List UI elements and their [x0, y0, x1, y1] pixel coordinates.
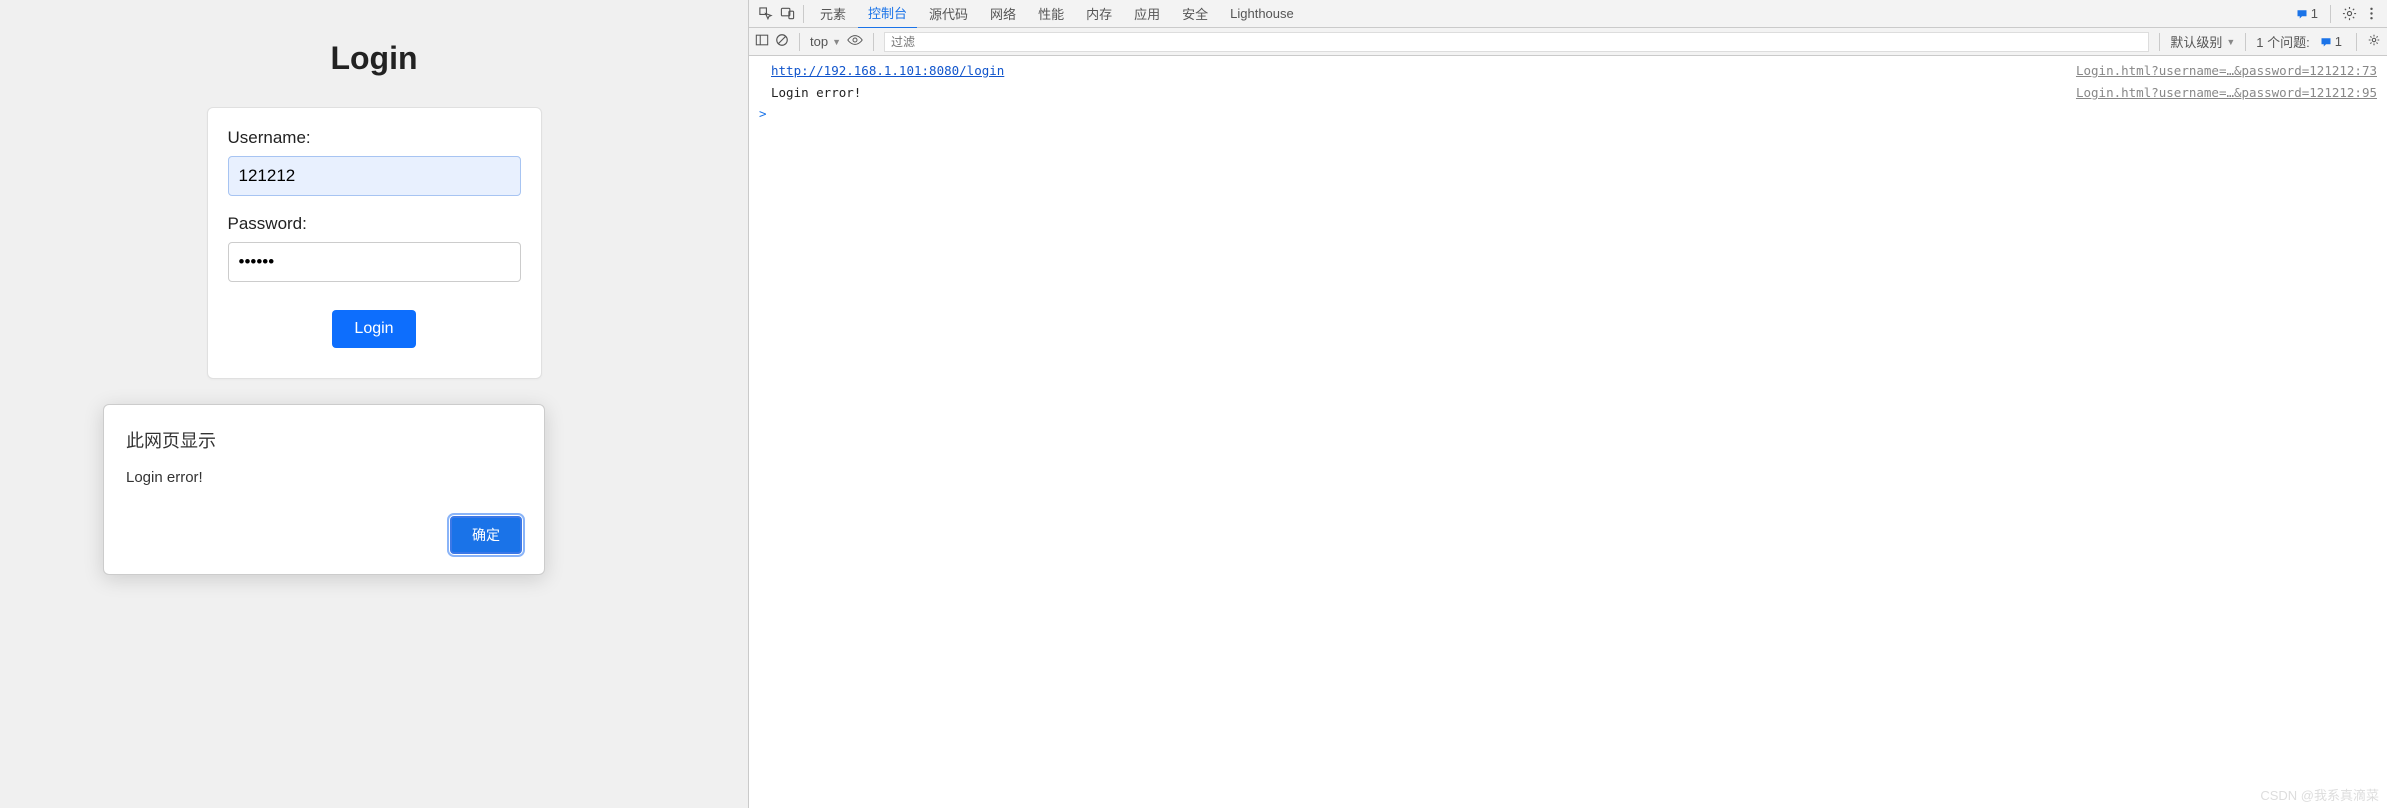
console-message: Login error!: [771, 84, 2056, 102]
console-output: http://192.168.1.101:8080/login Login.ht…: [749, 56, 2387, 808]
password-label: Password:: [228, 214, 521, 234]
tab-sources[interactable]: 源代码: [919, 0, 978, 28]
console-message-link[interactable]: http://192.168.1.101:8080/login: [771, 63, 1004, 78]
console-prompt[interactable]: >: [749, 104, 2387, 123]
device-toggle-icon[interactable]: [777, 4, 797, 24]
divider: [2356, 33, 2357, 51]
login-card: Username: Password: Login: [207, 107, 542, 379]
password-input[interactable]: [228, 242, 521, 282]
tab-application[interactable]: 应用: [1124, 0, 1170, 28]
console-source-link[interactable]: Login.html?username=…&password=121212:73: [2076, 62, 2377, 80]
filter-input[interactable]: [884, 32, 2149, 52]
issues-count: 1: [2335, 34, 2342, 49]
chevron-down-icon: ▼: [832, 37, 841, 47]
page-content: Login Username: Password: Login 此网页显示 Lo…: [0, 0, 748, 808]
console-toolbar: top ▼ 默认级别 ▼ 1 个问题: 1: [749, 28, 2387, 56]
divider: [2245, 33, 2246, 51]
divider: [803, 5, 804, 23]
sidebar-toggle-icon[interactable]: [755, 33, 769, 50]
divider: [2330, 5, 2331, 23]
clear-icon[interactable]: [775, 33, 789, 50]
tab-security[interactable]: 安全: [1172, 0, 1218, 28]
messages-count: 1: [2311, 6, 2318, 21]
divider: [799, 33, 800, 51]
issues-label: 1 个问题:: [2256, 32, 2309, 51]
inspect-icon[interactable]: [755, 4, 775, 24]
log-levels-selector[interactable]: 默认级别 ▼: [2170, 32, 2235, 51]
tab-lighthouse[interactable]: Lighthouse: [1220, 1, 1304, 26]
username-input[interactable]: [228, 156, 521, 196]
eye-icon[interactable]: [847, 33, 863, 50]
console-row: http://192.168.1.101:8080/login Login.ht…: [749, 60, 2387, 82]
devtools-tabbar: 元素 控制台 源代码 网络 性能 内存 应用 安全 Lighthouse 1: [749, 0, 2387, 28]
more-icon[interactable]: [2361, 4, 2381, 24]
context-selector[interactable]: top ▼: [810, 34, 841, 49]
console-source-link[interactable]: Login.html?username=…&password=121212:95: [2076, 84, 2377, 102]
tab-performance[interactable]: 性能: [1028, 0, 1074, 28]
page-title: Login: [0, 0, 748, 77]
tab-memory[interactable]: 内存: [1076, 0, 1122, 28]
login-button[interactable]: Login: [332, 310, 415, 348]
alert-title: 此网页显示: [126, 427, 522, 453]
chevron-down-icon: ▼: [2226, 37, 2235, 47]
tab-console[interactable]: 控制台: [858, 0, 917, 29]
console-row: Login error! Login.html?username=…&passw…: [749, 82, 2387, 104]
alert-message: Login error!: [126, 469, 522, 486]
divider: [2159, 33, 2160, 51]
context-value: top: [810, 34, 828, 49]
messages-badge[interactable]: 1: [2292, 6, 2322, 21]
watermark: CSDN @我系真滴菜: [2260, 785, 2379, 804]
devtools-panel: 元素 控制台 源代码 网络 性能 内存 应用 安全 Lighthouse 1 t…: [748, 0, 2387, 808]
log-levels-label: 默认级别: [2170, 32, 2222, 51]
console-settings-icon[interactable]: [2367, 33, 2381, 50]
tab-network[interactable]: 网络: [980, 0, 1026, 28]
divider: [873, 33, 874, 51]
alert-ok-button[interactable]: 确定: [450, 516, 522, 554]
issues-badge[interactable]: 1: [2316, 34, 2346, 49]
tab-elements[interactable]: 元素: [810, 0, 856, 28]
username-label: Username:: [228, 128, 521, 148]
alert-dialog: 此网页显示 Login error! 确定: [103, 404, 545, 575]
settings-icon[interactable]: [2339, 4, 2359, 24]
